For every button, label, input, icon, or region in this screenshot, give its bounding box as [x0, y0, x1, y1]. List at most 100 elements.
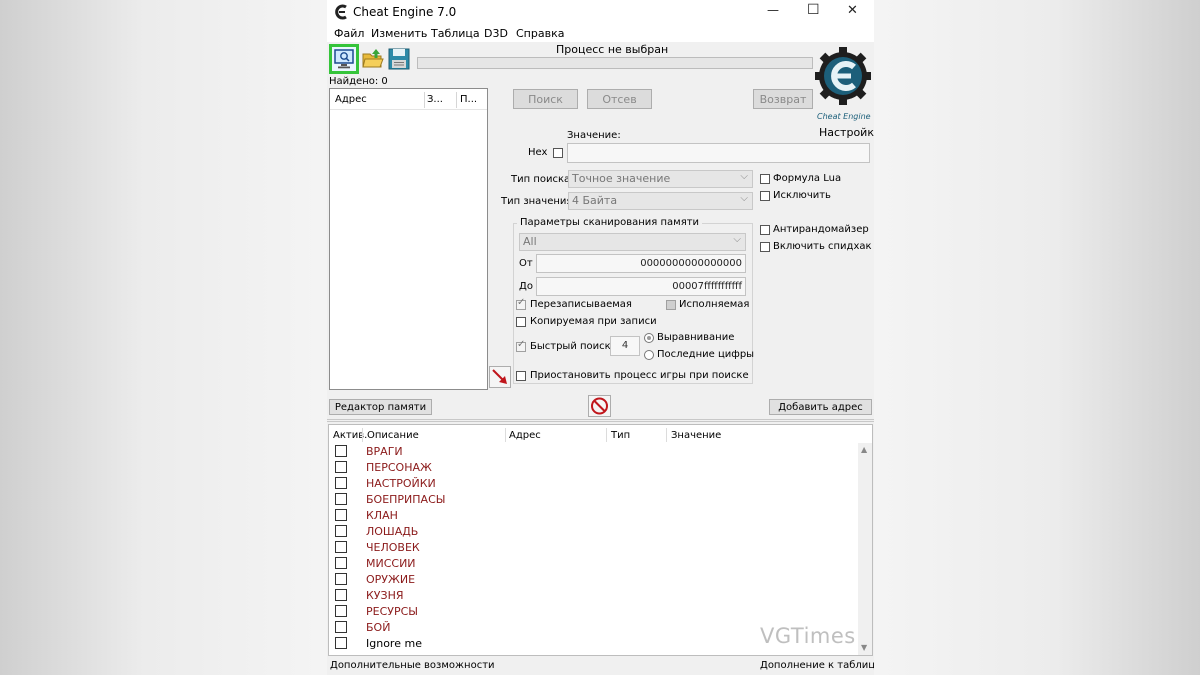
logo-caption: Cheat Engine — [817, 112, 871, 121]
copy-on-write-checkbox[interactable] — [516, 317, 526, 327]
menu-edit[interactable]: Изменить — [371, 27, 427, 40]
row-active-checkbox[interactable] — [335, 557, 347, 569]
writable-checkbox[interactable] — [516, 297, 526, 310]
hex-checkbox[interactable] — [553, 148, 563, 158]
open-process-button[interactable] — [329, 44, 359, 74]
last-digits-label: Последние цифры — [657, 349, 755, 360]
unrandomizer-checkbox[interactable] — [760, 225, 770, 235]
app-logo-icon — [335, 4, 347, 20]
last-digits-radio[interactable] — [644, 350, 654, 360]
from-address-input[interactable]: 0000000000000000 — [536, 254, 746, 273]
row-description: РЕСУРСЫ — [366, 605, 418, 618]
value-input[interactable] — [567, 143, 870, 163]
process-status-label: Процесс не выбран — [556, 43, 669, 56]
col-type[interactable]: Тип — [611, 430, 630, 441]
menu-d3d[interactable]: D3D — [484, 27, 508, 40]
results-col-previous[interactable]: П... — [460, 94, 477, 105]
executable-label: Исполняемая — [679, 299, 750, 310]
col-value[interactable]: Значение — [671, 430, 721, 441]
row-active-checkbox[interactable] — [335, 525, 347, 537]
scroll-down-icon[interactable]: ▼ — [861, 643, 867, 652]
to-label: До — [519, 281, 533, 292]
row-description: КУЗНЯ — [366, 589, 404, 602]
cheat-table[interactable]: Актив. Описание Адрес Тип Значение ВРАГИ… — [328, 424, 873, 656]
col-description[interactable]: Описание — [367, 430, 419, 441]
row-active-checkbox[interactable] — [335, 493, 347, 505]
save-button[interactable] — [387, 47, 411, 71]
first-scan-button[interactable]: Поиск — [513, 89, 578, 109]
title-bar: Cheat Engine 7.0 — ☐ ✕ — [327, 0, 874, 24]
scroll-up-icon[interactable]: ▲ — [861, 445, 867, 454]
results-col-address[interactable]: Адрес — [335, 94, 367, 105]
alignment-radio[interactable] — [644, 333, 654, 343]
cheat-engine-window: Cheat Engine 7.0 — ☐ ✕ Файл Изменить Таб… — [327, 0, 874, 675]
row-active-checkbox[interactable] — [335, 477, 347, 489]
row-description: ЛОШАДЬ — [366, 525, 419, 538]
close-button[interactable]: ✕ — [847, 3, 858, 18]
row-description: БОЙ — [366, 621, 391, 634]
row-active-checkbox[interactable] — [335, 509, 347, 521]
table-scrollbar[interactable]: ▲ ▼ — [858, 443, 872, 655]
undo-scan-button[interactable]: Возврат — [753, 89, 813, 109]
menu-file[interactable]: Файл — [334, 27, 364, 40]
row-active-checkbox[interactable] — [335, 621, 347, 633]
next-scan-button[interactable]: Отсев — [587, 89, 652, 109]
add-to-list-arrow-button[interactable] — [489, 366, 511, 388]
not-label: Исключить — [773, 190, 831, 201]
red-arrow-icon — [492, 369, 507, 384]
fast-scan-checkbox[interactable] — [516, 339, 526, 352]
executable-checkbox[interactable] — [666, 300, 676, 310]
minimize-button[interactable]: — — [767, 3, 779, 17]
maximize-button[interactable]: ☐ — [807, 2, 820, 18]
fast-scan-alignment-input[interactable]: 4 — [610, 336, 640, 356]
pause-game-checkbox[interactable] — [516, 371, 526, 381]
menu-help[interactable]: Справка — [516, 27, 564, 40]
settings-label[interactable]: Настройки — [819, 126, 874, 139]
row-active-checkbox[interactable] — [335, 637, 347, 649]
computer-icon — [334, 49, 354, 69]
add-address-button[interactable]: Добавить адрес — [769, 399, 872, 415]
value-type-dropdown[interactable]: 4 Байта — [568, 191, 753, 210]
speedhack-label: Включить спидхак — [773, 241, 872, 252]
floppy-disk-icon — [388, 48, 410, 70]
found-count: Найдено: 0 — [329, 76, 388, 87]
pause-game-label: Приостановить процесс игры при поиске — [530, 370, 749, 381]
hex-label: Hex — [528, 147, 548, 158]
folder-open-icon — [362, 49, 384, 68]
row-active-checkbox[interactable] — [335, 573, 347, 585]
window-title: Cheat Engine 7.0 — [353, 5, 457, 19]
row-active-checkbox[interactable] — [335, 461, 347, 473]
open-file-button[interactable] — [361, 47, 385, 71]
row-description: ПЕРСОНАЖ — [366, 461, 432, 474]
lua-formula-checkbox[interactable] — [760, 174, 770, 184]
memory-view-button[interactable]: Редактор памяти — [329, 399, 432, 415]
no-sign-icon — [591, 397, 608, 415]
clear-list-button[interactable] — [588, 395, 611, 417]
menu-table[interactable]: Таблица — [431, 27, 480, 40]
row-description: КЛАН — [366, 509, 398, 522]
from-label: От — [519, 258, 533, 269]
panel-splitter[interactable] — [327, 419, 874, 422]
menu-bar: Файл Изменить Таблица D3D Справка — [327, 24, 874, 42]
watermark: VGTimes — [760, 624, 856, 648]
row-active-checkbox[interactable] — [335, 541, 347, 553]
memory-region-dropdown[interactable]: All — [519, 232, 746, 251]
col-address[interactable]: Адрес — [509, 430, 541, 441]
row-active-checkbox[interactable] — [335, 445, 347, 457]
memory-scan-title: Параметры сканирования памяти — [517, 217, 703, 228]
logo-settings-button[interactable]: Cheat Engine — [814, 44, 873, 126]
row-description: ОРУЖИЕ — [366, 573, 416, 586]
scan-type-dropdown[interactable]: Точное значение — [568, 169, 753, 188]
advanced-options-link[interactable]: Дополнительные возможности — [330, 660, 495, 671]
row-active-checkbox[interactable] — [335, 589, 347, 601]
speedhack-checkbox[interactable] — [760, 242, 770, 252]
alignment-label: Выравнивание — [657, 332, 735, 343]
row-description: ВРАГИ — [366, 445, 403, 458]
not-checkbox[interactable] — [760, 191, 770, 201]
row-active-checkbox[interactable] — [335, 605, 347, 617]
writable-label: Перезаписываемая — [530, 299, 632, 310]
results-list[interactable]: Адрес З... П... — [329, 88, 488, 390]
to-address-input[interactable]: 00007fffffffffff — [536, 277, 746, 296]
results-col-value[interactable]: З... — [427, 94, 443, 105]
table-extras-link[interactable]: Дополнение к таблице — [760, 660, 874, 671]
